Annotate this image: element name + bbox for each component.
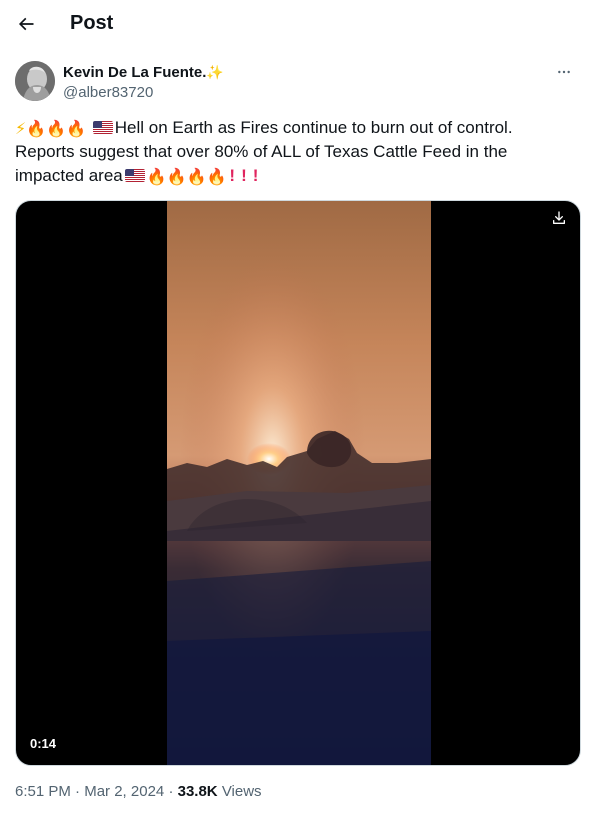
post-date: Mar 2, 2024 <box>84 783 165 800</box>
author-row: Kevin De La Fuente.✨ @alber83720 <box>15 60 582 104</box>
video-duration: 0:14 <box>30 736 57 751</box>
us-flag-icon <box>124 169 145 182</box>
download-icon <box>553 211 565 224</box>
fire-icon: 🔥 <box>26 121 47 138</box>
fire-icon: 🔥 <box>206 169 227 186</box>
author-display-name[interactable]: Kevin De La Fuente.✨ <box>63 63 224 82</box>
post-meta: 6:51 PM · Mar 2, 2024 · 33.8K Views <box>15 782 262 802</box>
meta-separator: · <box>168 783 174 800</box>
post-header: Post <box>0 0 597 48</box>
post-time-link[interactable]: 6:51 PM · Mar 2, 2024 <box>15 783 164 800</box>
sparkle-icon: ✨ <box>206 64 224 80</box>
tweet-line-1: Hell on Earth as Fires continue to burn … <box>114 118 513 137</box>
video-player[interactable]: 0:14 <box>15 200 581 766</box>
author-handle[interactable]: @alber83720 <box>63 84 153 102</box>
post-time: 6:51 PM <box>15 783 71 800</box>
fire-icon: 🔥 <box>66 121 86 138</box>
display-name-text: Kevin De La Fuente. <box>63 64 207 81</box>
views-label: Views <box>221 783 262 800</box>
fire-icon: 🔥 <box>146 169 167 186</box>
more-options-button[interactable] <box>550 62 578 82</box>
tweet-line-2: Reports suggest that over 80% of ALL of … <box>15 142 508 161</box>
avatar-image <box>15 61 55 101</box>
fire-icon: 🔥 <box>166 169 187 186</box>
tweet-text: ⚡🔥🔥🔥 Hell on Earth as Fires continue to … <box>15 116 582 188</box>
meta-separator: · <box>75 783 81 800</box>
more-icon <box>558 70 570 74</box>
views-link[interactable]: 33.8K Views <box>178 783 262 800</box>
exclamation-icon: ! <box>241 166 247 185</box>
tweet-line-3: impacted area <box>15 166 123 185</box>
fire-icon: 🔥 <box>46 121 67 138</box>
avatar[interactable] <box>15 61 55 101</box>
video-frame <box>167 201 431 765</box>
back-button[interactable] <box>10 8 42 40</box>
arrow-left-icon <box>18 17 34 31</box>
page-title: Post <box>70 12 114 34</box>
exclamation-icon: ! <box>229 166 236 185</box>
exclamation-icon: ! <box>252 166 259 185</box>
fire-icon: 🔥 <box>186 169 207 186</box>
download-button[interactable] <box>548 207 570 229</box>
us-flag-icon <box>92 121 113 134</box>
lightning-icon: ⚡ <box>15 121 27 138</box>
video-thumbnail <box>167 201 431 765</box>
views-count: 33.8K <box>177 783 218 800</box>
